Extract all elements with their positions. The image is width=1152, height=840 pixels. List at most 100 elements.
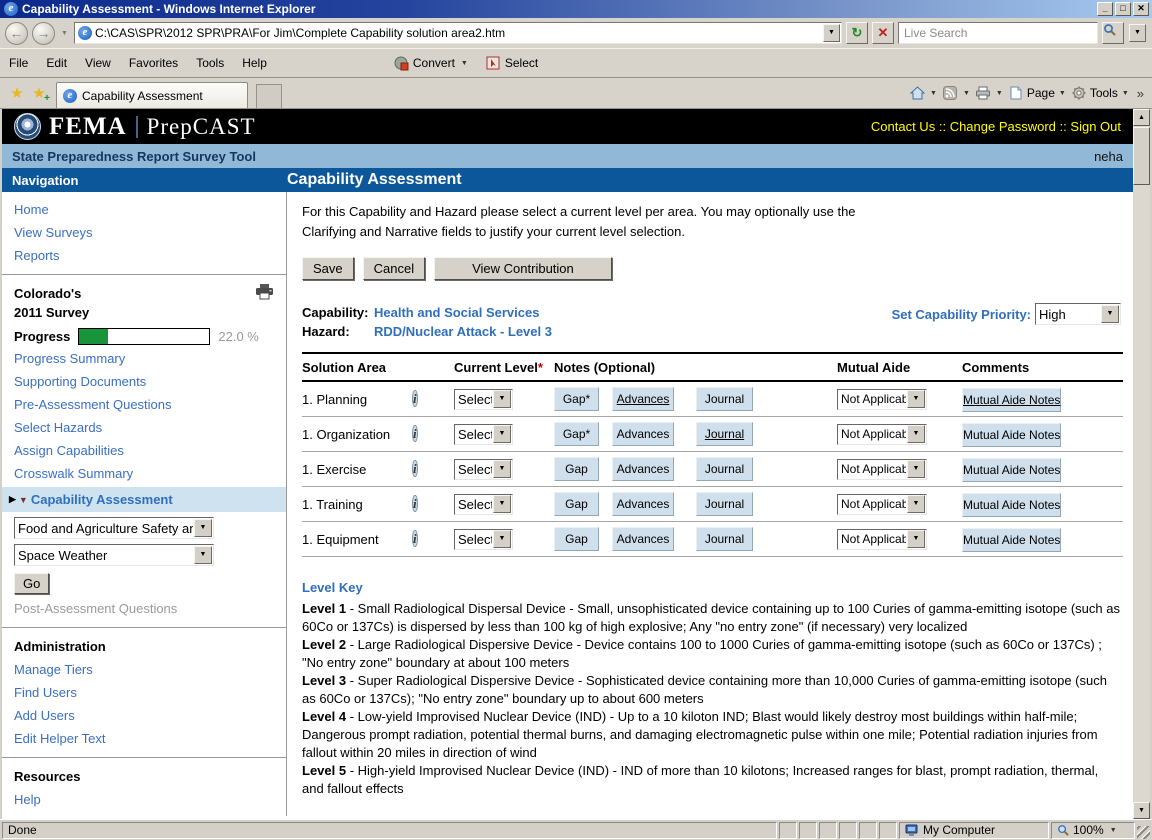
- mutual-aide-select[interactable]: Not Applicable▼: [837, 389, 927, 410]
- sidebar-item-capability-assessment[interactable]: ▶ ▼ Capability Assessment: [2, 487, 286, 512]
- sign-out-link[interactable]: Sign Out: [1070, 119, 1121, 134]
- home-dropdown-icon[interactable]: ▼: [928, 90, 939, 97]
- select-button[interactable]: Select: [505, 56, 538, 70]
- aide-select-arrow-icon[interactable]: ▼: [907, 390, 925, 408]
- search-button[interactable]: [1102, 22, 1124, 44]
- tools-gear-icon[interactable]: [1070, 85, 1088, 101]
- history-dropdown-icon[interactable]: ▼: [61, 30, 68, 37]
- current-level-select[interactable]: Select▼: [454, 389, 513, 410]
- mutual-aide-notes-button[interactable]: Mutual Aide Notes: [962, 458, 1061, 482]
- sidebar-item-faq[interactable]: FAQ: [2, 811, 286, 816]
- vertical-scrollbar[interactable]: ▲ ▼: [1133, 109, 1150, 819]
- journal-button[interactable]: Journal: [696, 457, 753, 481]
- level-select-arrow-icon[interactable]: ▼: [493, 390, 511, 408]
- advances-button[interactable]: Advances: [612, 457, 674, 481]
- sidebar-item-find-users[interactable]: Find Users: [2, 681, 286, 704]
- sidebar-item-add-users[interactable]: Add Users: [2, 704, 286, 727]
- sidebar-item-home[interactable]: Home: [2, 198, 286, 221]
- feeds-dropdown-icon[interactable]: ▼: [961, 90, 972, 97]
- back-button[interactable]: ←: [5, 22, 28, 45]
- print-icon[interactable]: [974, 85, 992, 101]
- advances-button[interactable]: Advances: [612, 492, 674, 516]
- info-icon[interactable]: i: [412, 460, 418, 477]
- info-icon[interactable]: i: [412, 390, 418, 407]
- aide-select-arrow-icon[interactable]: ▼: [907, 495, 925, 513]
- hazard-value-link[interactable]: RDD/Nuclear Attack - Level 3: [374, 324, 552, 339]
- resize-grip[interactable]: [1137, 826, 1150, 839]
- convert-button[interactable]: Convert: [413, 56, 455, 70]
- change-password-link[interactable]: Change Password: [950, 119, 1056, 134]
- menu-edit[interactable]: Edit: [37, 53, 76, 73]
- current-level-select[interactable]: Select▼: [454, 424, 513, 445]
- page-icon[interactable]: [1007, 85, 1025, 101]
- menu-file[interactable]: File: [0, 53, 37, 73]
- journal-button[interactable]: Journal: [696, 422, 753, 446]
- gap-button[interactable]: Gap*: [554, 387, 599, 411]
- search-input[interactable]: Live Search: [898, 22, 1098, 44]
- sidebar-item-edit-helper-text[interactable]: Edit Helper Text: [2, 727, 286, 750]
- level-select-arrow-icon[interactable]: ▼: [493, 460, 511, 478]
- advances-button[interactable]: Advances: [612, 422, 674, 446]
- save-button-top[interactable]: Save: [302, 257, 354, 280]
- aide-select-arrow-icon[interactable]: ▼: [907, 425, 925, 443]
- journal-button[interactable]: Journal: [696, 527, 753, 551]
- mutual-aide-notes-button[interactable]: Mutual Aide Notes: [962, 528, 1061, 552]
- gap-button[interactable]: Gap: [554, 457, 599, 481]
- page-menu-button[interactable]: Page: [1027, 86, 1055, 100]
- mutual-aide-select[interactable]: Not Applicable▼: [837, 424, 927, 445]
- mutual-aide-notes-button[interactable]: Mutual Aide Notes: [962, 388, 1061, 412]
- gap-button[interactable]: Gap: [554, 527, 599, 551]
- sidebar-item-help[interactable]: Help: [2, 788, 286, 811]
- capability-value-link[interactable]: Health and Social Services: [374, 305, 539, 320]
- current-level-select[interactable]: Select▼: [454, 529, 513, 550]
- info-icon[interactable]: i: [412, 425, 418, 442]
- sidebar-item-manage-tiers[interactable]: Manage Tiers: [2, 658, 286, 681]
- stop-button[interactable]: ✕: [872, 22, 894, 44]
- mutual-aide-select[interactable]: Not Applicable▼: [837, 529, 927, 550]
- info-icon[interactable]: i: [412, 495, 418, 512]
- refresh-button[interactable]: ↻: [846, 22, 868, 44]
- page-dropdown-icon[interactable]: ▼: [1057, 90, 1068, 97]
- restore-button[interactable]: □: [1115, 2, 1131, 16]
- convert-dropdown-icon[interactable]: ▼: [459, 60, 470, 67]
- forward-button[interactable]: →: [32, 22, 55, 45]
- aide-select-arrow-icon[interactable]: ▼: [907, 460, 925, 478]
- current-level-select[interactable]: Select▼: [454, 494, 513, 515]
- sidebar-item-assign-capabilities[interactable]: Assign Capabilities: [2, 439, 286, 462]
- sidebar-item-view-surveys[interactable]: View Surveys: [2, 221, 286, 244]
- tab-capability-assessment[interactable]: e Capability Assessment: [56, 82, 248, 108]
- tools-menu-button[interactable]: Tools: [1090, 86, 1118, 100]
- minimize-button[interactable]: _: [1097, 2, 1113, 16]
- cancel-button-top[interactable]: Cancel: [363, 257, 425, 280]
- current-level-select[interactable]: Select▼: [454, 459, 513, 480]
- menu-view[interactable]: View: [76, 53, 120, 73]
- address-input[interactable]: e C:\CAS\SPR\2012 SPR\PRA\For Jim\Comple…: [74, 22, 842, 44]
- journal-button[interactable]: Journal: [696, 492, 753, 516]
- add-favorite-icon[interactable]: ★: [28, 84, 50, 102]
- mutual-aide-notes-button[interactable]: Mutual Aide Notes: [962, 423, 1061, 447]
- advances-button[interactable]: Advances: [612, 527, 674, 551]
- sidebar-item-crosswalk-summary[interactable]: Crosswalk Summary: [2, 462, 286, 485]
- feeds-icon[interactable]: [941, 85, 959, 101]
- scroll-thumb[interactable]: [1133, 127, 1150, 185]
- gap-button[interactable]: Gap*: [554, 422, 599, 446]
- new-tab-stub[interactable]: [256, 84, 282, 108]
- address-dropdown-button[interactable]: ▼: [823, 24, 840, 42]
- level-select-arrow-icon[interactable]: ▼: [493, 495, 511, 513]
- advances-button[interactable]: Advances: [612, 387, 674, 411]
- hazard-select[interactable]: Space Weather ▼: [14, 544, 214, 566]
- zoom-control[interactable]: 100% ▼: [1051, 822, 1135, 839]
- print-dropdown-icon[interactable]: ▼: [994, 90, 1005, 97]
- sidebar-item-select-hazards[interactable]: Select Hazards: [2, 416, 286, 439]
- go-button[interactable]: Go: [14, 573, 49, 594]
- sidebar-item-pre-assessment-questions[interactable]: Pre-Assessment Questions: [2, 393, 286, 416]
- mutual-aide-select[interactable]: Not Applicable▼: [837, 494, 927, 515]
- scroll-up-button[interactable]: ▲: [1133, 109, 1150, 126]
- tools-dropdown-icon[interactable]: ▼: [1120, 90, 1131, 97]
- info-icon[interactable]: i: [412, 530, 418, 547]
- view-contribution-button[interactable]: View Contribution: [434, 257, 612, 280]
- mutual-aide-select[interactable]: Not Applicable▼: [837, 459, 927, 480]
- menu-tools[interactable]: Tools: [187, 53, 233, 73]
- address-text[interactable]: C:\CAS\SPR\2012 SPR\PRA\For Jim\Complete…: [92, 26, 822, 40]
- zoom-dropdown-icon[interactable]: ▼: [1108, 827, 1119, 834]
